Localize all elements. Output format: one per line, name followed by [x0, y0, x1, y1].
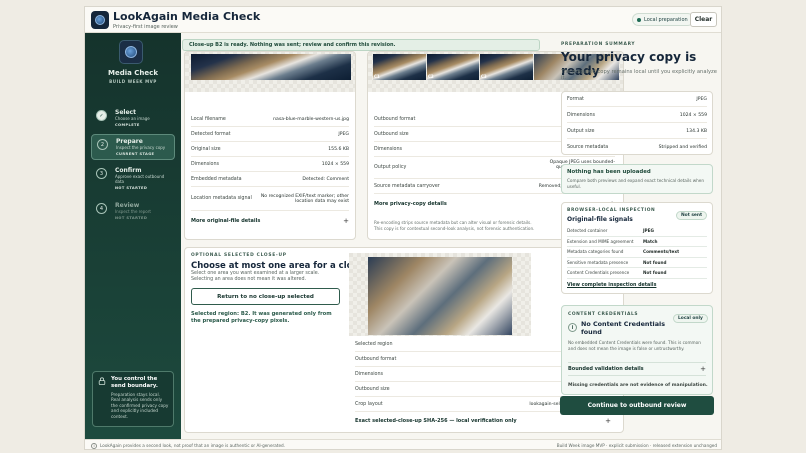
detail-row: Dimensions1024 × 559	[191, 157, 349, 172]
step-desc: Choose an image	[115, 116, 150, 121]
app-logo	[91, 11, 109, 29]
step-title: Select	[115, 109, 136, 116]
original-image-preview	[185, 52, 355, 92]
credentials-text: No embedded Content Credentials were fou…	[568, 340, 701, 351]
continue-outbound-button[interactable]: Continue to outbound review	[560, 396, 714, 415]
step-number: 4	[96, 203, 107, 214]
footer-disclaimer: LookAgain provides a second look, not pr…	[100, 443, 286, 448]
tile-c2: C2	[427, 54, 479, 80]
step-review[interactable]: 4 Review Inspect the report NOT STARTED	[91, 199, 175, 223]
lock-icon	[98, 377, 106, 385]
credentials-label: CONTENT CREDENTIALS	[568, 312, 639, 317]
plus-icon: +	[700, 365, 706, 373]
step-status: NOT STARTED	[115, 215, 148, 220]
detail-row: Location metadata signal No recognized EX…	[191, 187, 349, 211]
original-image	[191, 54, 351, 80]
inspection-title: Original-file signals	[567, 216, 633, 223]
step-status: NOT STARTED	[115, 185, 148, 190]
step-status: COMPLETE	[115, 122, 140, 127]
nothing-uploaded-text: Compare both previews and expand exact t…	[567, 178, 705, 189]
step-confirm[interactable]: 3 Confirm Approve exact outbound data NO…	[91, 164, 175, 193]
app-subtitle: Privacy-first image review	[113, 24, 178, 30]
inspection-card: BROWSER-LOCAL INSPECTION Original-file s…	[561, 202, 713, 294]
sidebar-title: Media Check	[108, 69, 158, 77]
top-bar: LookAgain Media Check Privacy-first imag…	[85, 7, 721, 33]
original-details-toggle[interactable]: More original-file details +	[191, 215, 349, 227]
closeup-label: OPTIONAL SELECTED CLOSE-UP	[191, 253, 287, 258]
summary-subtitle: The prepared copy remains local until yo…	[561, 69, 717, 81]
credentials-title: No Content Credentials found	[581, 320, 665, 336]
sidebar-logo	[119, 40, 143, 64]
nothing-uploaded-box: Nothing has been uploaded Compare both p…	[561, 164, 713, 194]
info-icon: i	[568, 323, 577, 332]
sidebar: Media Check BUILD WEEK MVP ✓ Select Choo…	[85, 33, 181, 439]
local-chip-label: Local preparation	[644, 16, 688, 23]
inspection-row: Sensitive metadata presence Not found	[567, 258, 707, 268]
summary-row: Source metadata Stripped and verified	[567, 145, 707, 150]
inspection-details-link[interactable]: View complete inspection details	[567, 283, 656, 288]
return-no-closeup-button[interactable]: Return to no close-up selected	[191, 288, 340, 305]
preparation-summary: PREPARATION SUMMARY Your privacy copy is…	[555, 39, 721, 439]
local-preparation-chip: Local preparation	[632, 13, 694, 26]
summary-row: Format JPEG	[567, 92, 707, 107]
info-icon: i	[91, 442, 97, 449]
tile-c3: C3	[480, 54, 533, 80]
clear-button[interactable]: Clear	[690, 12, 717, 27]
inspection-row: Content Credentials presence Not found	[567, 268, 707, 279]
footer-build-note: Build Week image MVP · explicit submissi…	[556, 443, 717, 448]
step-desc: Inspect the privacy copy	[116, 145, 166, 150]
step-number: 3	[96, 168, 107, 179]
selected-region-note: Selected region: B2. It was generated on…	[191, 311, 332, 325]
inspection-row: Metadata categories found Comments/text	[567, 247, 707, 258]
step-title: Prepare	[116, 138, 143, 145]
detail-row: Local filename nasa-blue-marble-western-u…	[191, 112, 349, 127]
summary-label: PREPARATION SUMMARY	[561, 42, 636, 47]
detail-row: Detected format JPEG	[191, 127, 349, 142]
summary-row: Dimensions 1024 × 559	[567, 108, 707, 123]
note-text: Preparation stays local. Real analysis s…	[111, 392, 169, 419]
credentials-footnote: Missing credentials are not evidence of …	[568, 383, 708, 388]
app-title: LookAgain Media Check	[113, 10, 261, 23]
step-check-icon: ✓	[96, 110, 107, 121]
step-select[interactable]: ✓ Select Choose an image COMPLETE	[91, 106, 175, 130]
original-file-card: Local filename nasa-blue-marble-western-u…	[184, 51, 356, 240]
detail-row: Embedded metadata Detected: Comment	[191, 172, 349, 187]
note-title: You control the send boundary.	[111, 376, 158, 390]
reencode-warning: Re-encoding strips source metadata but c…	[374, 220, 535, 231]
tile-c1: C1	[373, 54, 426, 80]
send-boundary-note: You control the send boundary. Preparati…	[92, 371, 174, 427]
step-prepare[interactable]: 2 Prepare Inspect the privacy copy CURRE…	[91, 134, 175, 160]
bounded-validation-toggle[interactable]: Bounded validation details +	[568, 362, 706, 376]
step-status: CURRENT STAGE	[116, 151, 155, 156]
detail-row: Original size 155.6 KB	[191, 142, 349, 157]
sidebar-subtitle: BUILD WEEK MVP	[109, 79, 157, 84]
closeup-text: Select one area you want examined at a l…	[191, 271, 320, 283]
summary-row: Output size 134.3 KB	[567, 124, 707, 139]
summary-table: Format JPEG Dimensions 1024 × 559 Output s…	[561, 91, 713, 155]
not-sent-badge: Not sent	[676, 211, 708, 220]
content-credentials-box: CONTENT CREDENTIALS Local only i No Cont…	[561, 305, 713, 395]
status-banner: Close-up B2 is ready. Nothing was sent; …	[182, 39, 540, 51]
step-number: 2	[97, 139, 108, 150]
nothing-uploaded-title: Nothing has been uploaded	[567, 169, 651, 175]
closeup-image	[368, 257, 512, 335]
status-dot-icon	[637, 17, 641, 22]
closeup-preview	[349, 253, 531, 336]
plus-icon: +	[343, 217, 349, 225]
step-title: Confirm	[115, 167, 142, 174]
step-desc: Approve exact outbound data	[115, 174, 165, 184]
step-desc: Inspect the report	[115, 209, 151, 214]
app-window: LookAgain Media Check Privacy-first imag…	[84, 6, 722, 450]
inspection-row: Detected container JPEG	[567, 226, 707, 237]
step-title: Review	[115, 202, 140, 209]
inspection-label: BROWSER-LOCAL INSPECTION	[567, 208, 656, 213]
inspection-row: Extension and MIME agreement Match	[567, 237, 707, 247]
footer: i LookAgain provides a second look, not …	[85, 439, 721, 449]
